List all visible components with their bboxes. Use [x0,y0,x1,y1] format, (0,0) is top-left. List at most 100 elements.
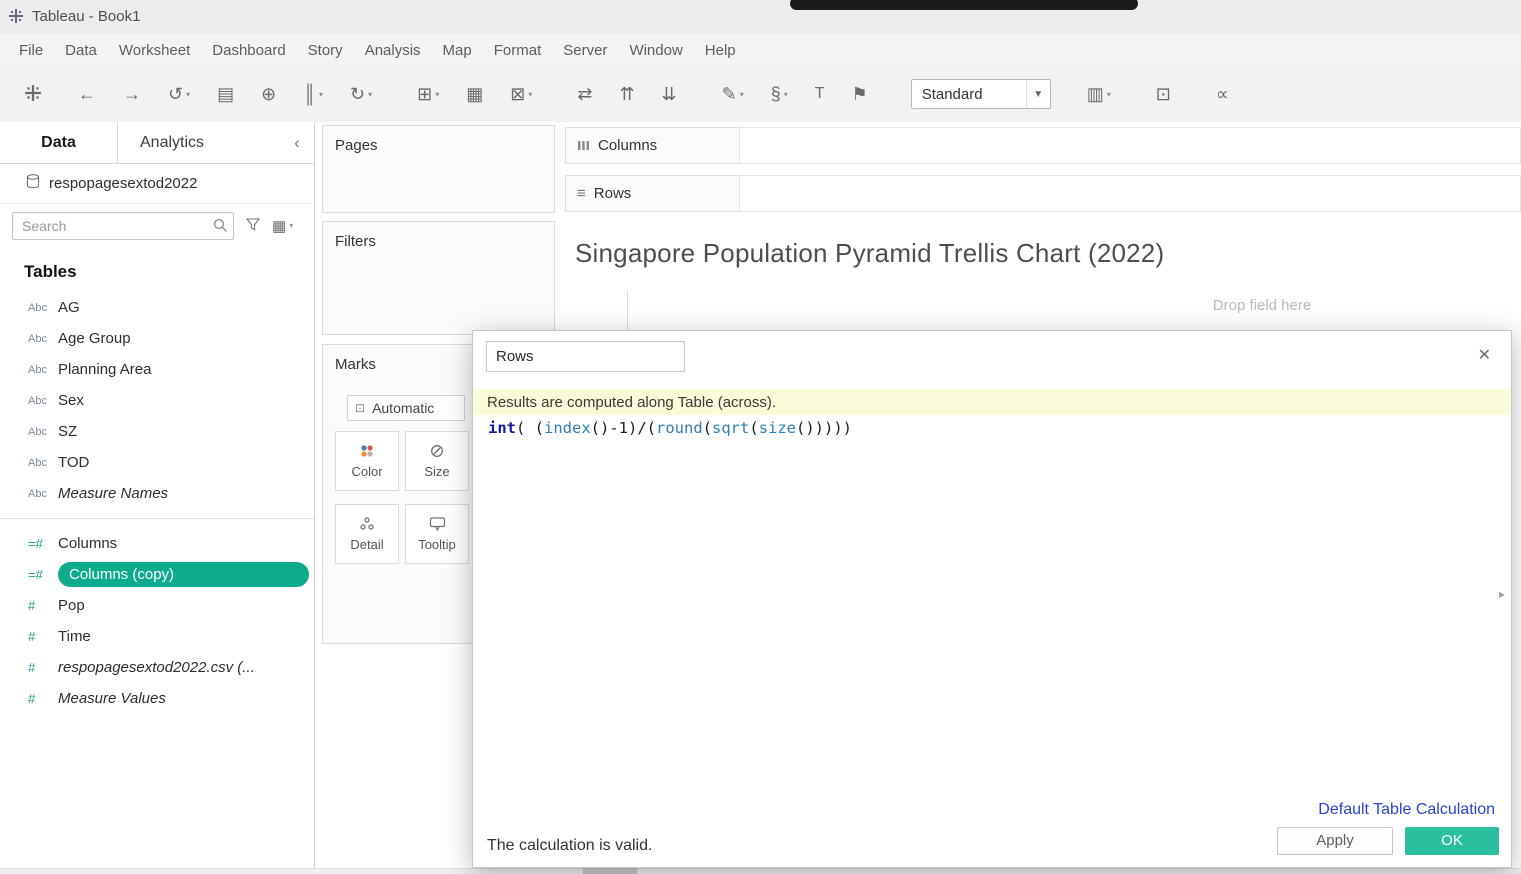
number-type-icon: # [28,629,58,644]
sheet-title[interactable]: Singapore Population Pyramid Trellis Cha… [575,238,1164,269]
tableau-logo-icon[interactable] [24,84,42,105]
new-data-source-icon[interactable]: ⊕ [261,85,276,103]
filter-funnel-icon[interactable] [246,218,260,235]
field-time[interactable]: # Time [0,621,314,652]
columns-shelf-droparea[interactable] [739,127,1521,164]
field-columns-copy-selected[interactable]: =# Columns (copy) [0,559,314,590]
tab-data[interactable]: Data [0,122,118,163]
formula-editor[interactable]: int( (index()-1)/(round(sqrt(size())))) [488,419,1481,437]
string-type-icon: Abc [28,457,58,469]
tooltip-icon [429,516,446,532]
swap-axes-icon[interactable]: ⇄ [577,85,592,103]
undo-icon[interactable]: ← [78,85,96,103]
collapse-pane-icon[interactable]: ‹ [280,122,314,163]
tooltip-button[interactable]: Tooltip [405,504,469,564]
show-mark-labels-icon[interactable]: T [815,86,825,102]
number-type-icon: # [28,691,58,706]
drop-field-hint[interactable]: Drop field here [1003,297,1521,314]
sort-ascending-icon[interactable]: ⇈ [619,85,634,103]
columns-shelf-label: Columns [565,127,740,164]
string-type-icon: Abc [28,426,58,438]
menu-analysis[interactable]: Analysis [354,42,432,59]
calculation-editor-dialog: ✕ Results are computed along Table (acro… [472,330,1512,868]
default-table-calculation-link[interactable]: Default Table Calculation [1318,801,1495,819]
formula-paren: ( [703,419,712,437]
view-mode-combo[interactable]: Standard ▼ [911,79,1051,109]
fix-axes-icon[interactable]: ⚑ [852,85,868,103]
field-label: Planning Area [58,361,151,378]
field-columns[interactable]: =# Columns [0,528,314,559]
rows-shelf-droparea[interactable] [739,175,1521,212]
columns-shelf-icon [577,139,590,152]
selected-field-pill[interactable]: Columns (copy) [58,562,309,587]
rows-shelf-label: ≡ Rows [565,175,740,212]
field-sz[interactable]: Abc SZ [0,416,314,447]
field-sex[interactable]: Abc Sex [0,385,314,416]
field-age-group[interactable]: Abc Age Group [0,323,314,354]
formula-function-index: index [544,419,591,437]
new-worksheet-icon[interactable]: ⊞ [417,85,439,103]
field-planning-area[interactable]: Abc Planning Area [0,354,314,385]
menu-dashboard[interactable]: Dashboard [201,42,296,59]
menu-data[interactable]: Data [54,42,108,59]
clear-sheet-icon[interactable]: ⊠ [510,85,532,103]
datasource-name: respopagesextod2022 [49,175,197,192]
field-measure-names[interactable]: Abc Measure Names [0,478,314,509]
apply-button[interactable]: Apply [1277,827,1393,855]
search-icon [213,218,228,233]
tables-section-title: Tables [24,262,314,282]
view-mode-value: Standard [912,86,1026,103]
close-icon[interactable]: ✕ [1478,345,1491,365]
redo-icon[interactable]: → [123,85,141,103]
highlight-icon[interactable]: ✎ [722,85,744,103]
field-csv-count[interactable]: # respopagesextod2022.csv (... [0,652,314,683]
size-button[interactable]: Size [405,431,469,491]
menu-server[interactable]: Server [552,42,618,59]
formula-paren: ()-1)/( [591,419,656,437]
detail-button[interactable]: Detail [335,504,399,564]
search-row: ▦ [0,204,314,248]
mark-type-dropdown[interactable]: ⊡ Automatic [347,395,465,421]
replay-icon[interactable]: ↺ [168,85,190,103]
presentation-mode-icon[interactable]: ⊡ [1156,85,1171,103]
ok-button[interactable]: OK [1405,827,1499,855]
columns-shelf-text: Columns [598,137,657,154]
pause-updates-icon[interactable]: ║ [303,85,323,103]
filters-shelf[interactable]: Filters [322,221,555,335]
menu-window[interactable]: Window [618,42,693,59]
scroll-right-icon[interactable]: ▸ [1499,587,1505,601]
share-icon[interactable]: ∝ [1216,85,1229,103]
size-icon [429,443,445,459]
pages-shelf[interactable]: Pages [322,125,555,213]
field-ag[interactable]: Abc AG [0,292,314,323]
view-mode-caret-icon[interactable]: ▼ [1026,80,1050,108]
field-pop[interactable]: # Pop [0,590,314,621]
field-tod[interactable]: Abc TOD [0,447,314,478]
refresh-icon[interactable]: ↻ [350,85,372,103]
menu-bar: File Data Worksheet Dashboard Story Anal… [0,34,1521,66]
menu-map[interactable]: Map [432,42,483,59]
formula-paren: ( [749,419,758,437]
menu-help[interactable]: Help [694,42,747,59]
datasource-row[interactable]: respopagesextod2022 [0,164,314,204]
formula-function-size: size [759,419,796,437]
field-label: TOD [58,454,89,471]
view-options-grid-icon[interactable]: ▦ [272,217,293,235]
menu-format[interactable]: Format [483,42,553,59]
calculation-name-input[interactable] [486,341,685,372]
pane-tabs: Data Analytics ‹ [0,122,314,164]
menu-story[interactable]: Story [297,42,354,59]
field-measure-values[interactable]: # Measure Values [0,683,314,714]
menu-worksheet[interactable]: Worksheet [108,42,201,59]
search-input[interactable] [12,212,234,240]
detail-icon [359,516,375,532]
duplicate-sheet-icon[interactable]: ▦ [466,85,483,103]
paperclip-icon[interactable]: § [771,85,788,103]
sort-descending-icon[interactable]: ⇊ [662,85,677,103]
color-button[interactable]: Color [335,431,399,491]
fit-icon[interactable]: ▥ [1087,85,1111,103]
number-type-icon: # [28,660,58,675]
save-icon[interactable]: ▤ [217,85,234,103]
menu-file[interactable]: File [8,42,54,59]
tab-analytics[interactable]: Analytics [118,122,280,163]
